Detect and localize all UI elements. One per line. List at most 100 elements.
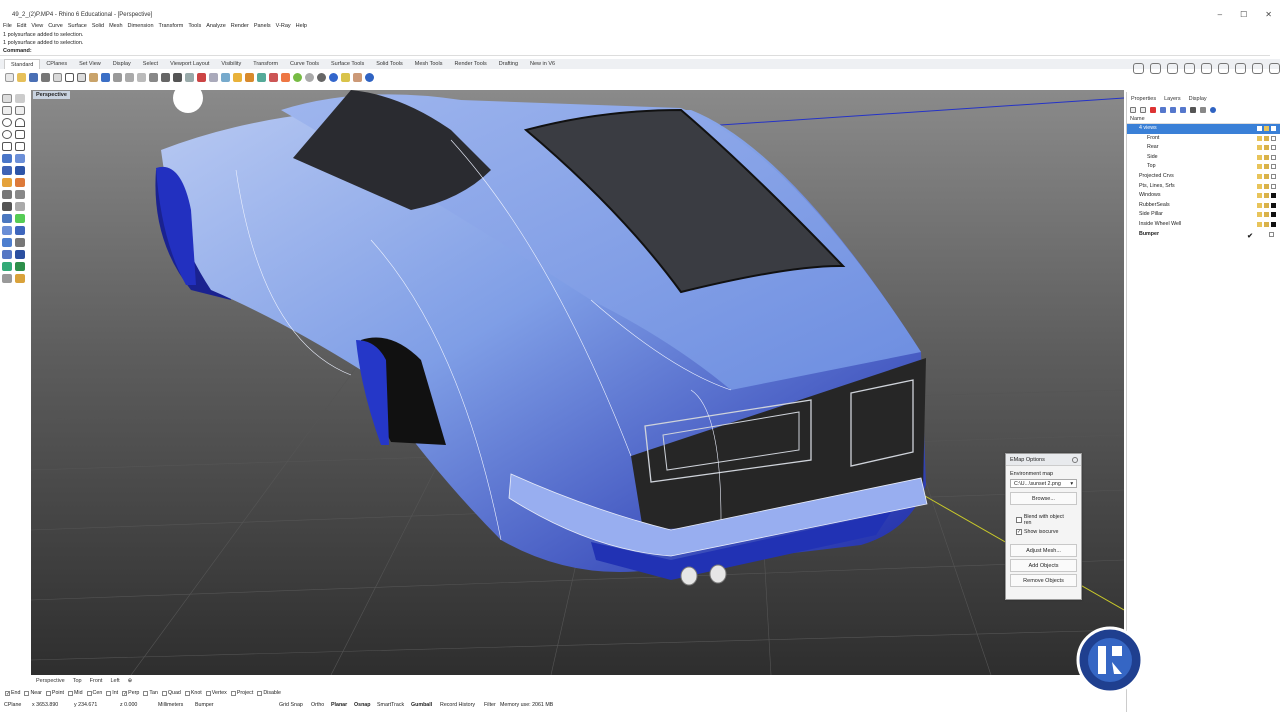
help-icon[interactable] (365, 72, 374, 82)
sphere-tool-icon[interactable] (15, 166, 25, 175)
offset-icon[interactable] (2, 214, 12, 223)
analyze-icon[interactable] (2, 262, 12, 271)
grid-snap-toggle[interactable]: Grid Snap (279, 702, 303, 708)
new-file-icon[interactable] (5, 72, 14, 82)
join-icon[interactable] (15, 214, 25, 223)
four-view-icon[interactable] (209, 72, 218, 82)
move-down-icon[interactable] (1170, 107, 1176, 113)
tab-layers[interactable]: Layers (1164, 96, 1181, 102)
osnap-cen[interactable]: Cen (86, 690, 102, 696)
ortho-toggle[interactable]: Ortho (311, 702, 324, 708)
tab-curve-tools[interactable]: Curve Tools (284, 59, 325, 69)
add-objects-button[interactable]: Add Objects (1010, 559, 1077, 572)
menu-solid[interactable]: Solid (92, 23, 104, 29)
point-icon[interactable] (15, 94, 25, 103)
box-icon[interactable] (1184, 62, 1195, 74)
fillet-icon[interactable] (2, 178, 12, 187)
new-sublayer-icon[interactable] (1140, 107, 1146, 113)
more-tools-icon[interactable] (1269, 62, 1280, 74)
tab-cplanes[interactable]: CPlanes (40, 59, 73, 69)
tab-perspective[interactable]: Perspective (36, 678, 65, 684)
osnap-quad[interactable]: Quad (161, 690, 181, 696)
osnap-toggle[interactable]: Osnap (354, 702, 370, 708)
delete-layer-icon[interactable] (1150, 107, 1156, 113)
filter-toggle[interactable]: Filter (484, 702, 496, 708)
hide-icon[interactable] (233, 72, 242, 82)
polyline-icon[interactable] (15, 106, 25, 115)
tab-standard[interactable]: Standard (4, 59, 41, 69)
close-icon[interactable] (1072, 457, 1078, 463)
surface-icon[interactable] (1201, 62, 1212, 74)
move-parent-icon[interactable] (1180, 107, 1186, 113)
rotate-view-icon[interactable] (125, 72, 134, 82)
tab-select[interactable]: Select (137, 59, 164, 69)
tab-display-panel[interactable]: Display (1189, 96, 1207, 102)
osnap-end[interactable]: ✓ End (5, 690, 20, 696)
blend-checkbox[interactable]: Blend with object ren (1016, 514, 1071, 526)
adjust-mesh-button[interactable]: Adjust Mesh... (1010, 544, 1077, 557)
shaded-sphere-icon[interactable] (317, 72, 326, 82)
curve-tool-icon[interactable] (2, 142, 12, 151)
render-settings-icon[interactable] (1235, 62, 1246, 74)
undo-view-icon[interactable] (173, 72, 182, 82)
add-viewport-icon[interactable]: ⊕ (128, 678, 133, 684)
remove-objects-button[interactable]: Remove Objects (1010, 574, 1077, 587)
tab-transform[interactable]: Transform (247, 59, 284, 69)
move-icon[interactable] (2, 226, 12, 235)
smarttrack-toggle[interactable]: SmartTrack (377, 702, 404, 708)
options-icon[interactable] (353, 72, 362, 82)
new-layer-icon[interactable] (1130, 107, 1136, 113)
circle-tool-icon[interactable] (2, 118, 12, 127)
gumball-tool-icon[interactable] (15, 274, 25, 283)
copy-tool-icon[interactable] (15, 226, 25, 235)
osnap-disable[interactable]: Disable (257, 690, 281, 696)
tab-visibility[interactable]: Visibility (215, 59, 247, 69)
mirror-icon[interactable] (2, 250, 12, 259)
extrude-icon[interactable] (2, 154, 12, 163)
osnap-knot[interactable]: Knot (184, 690, 202, 696)
circle-icon[interactable] (1167, 62, 1178, 74)
osnap-mid[interactable]: Mid (68, 690, 83, 696)
curve-icon[interactable] (1252, 62, 1263, 74)
cut-icon[interactable] (65, 72, 74, 82)
osnap-near[interactable]: Near (24, 690, 42, 696)
tab-display[interactable]: Display (107, 59, 137, 69)
select-arrow-icon[interactable] (2, 94, 12, 103)
print-icon[interactable] (41, 72, 50, 82)
command-prompt[interactable]: Command: (0, 47, 1270, 55)
split-icon[interactable] (15, 190, 25, 199)
osnap-point[interactable]: Point (45, 690, 64, 696)
record-history-toggle[interactable]: Record History (440, 702, 475, 708)
current-layer[interactable]: Bumper (195, 702, 214, 708)
tab-solid-tools[interactable]: Solid Tools (370, 59, 409, 69)
tab-render-tools[interactable]: Render Tools (448, 59, 492, 69)
minimize-icon[interactable]: – (1218, 10, 1222, 19)
undo-icon[interactable] (101, 72, 110, 82)
menu-analyze[interactable]: Analyze (206, 23, 226, 29)
menu-curve[interactable]: Curve (48, 23, 63, 29)
layer-row[interactable]: Bumper ✔ (1127, 230, 1280, 240)
maximize-icon[interactable]: ☐ (1240, 10, 1247, 19)
lights-icon[interactable] (341, 72, 350, 82)
osnap-icon[interactable] (1133, 62, 1144, 74)
render-icon[interactable] (329, 72, 338, 82)
menu-edit[interactable]: Edit (17, 23, 26, 29)
solid-icon[interactable] (1218, 62, 1229, 74)
osnap-vertex[interactable]: Vertex (205, 690, 227, 696)
tab-front[interactable]: Front (90, 678, 103, 684)
dim-icon[interactable] (15, 202, 25, 211)
planar-toggle[interactable]: Planar (331, 702, 347, 708)
pan-icon[interactable] (113, 72, 122, 82)
tab-surface-tools[interactable]: Surface Tools (325, 59, 370, 69)
close-icon[interactable]: ✕ (1265, 10, 1272, 19)
layer-row[interactable]: 4 views (1127, 124, 1280, 134)
zoom-extents-icon[interactable] (161, 72, 170, 82)
rendered-sphere-icon[interactable] (293, 72, 302, 82)
layer-row[interactable]: Projected Crvs (1127, 172, 1280, 182)
layer-row[interactable]: Rear (1127, 143, 1280, 153)
array-icon[interactable] (15, 250, 25, 259)
save-icon[interactable] (29, 72, 38, 82)
properties-icon[interactable] (269, 72, 278, 82)
menu-view[interactable]: View (31, 23, 43, 29)
tab-new-in-v6[interactable]: New in V6 (524, 59, 561, 69)
